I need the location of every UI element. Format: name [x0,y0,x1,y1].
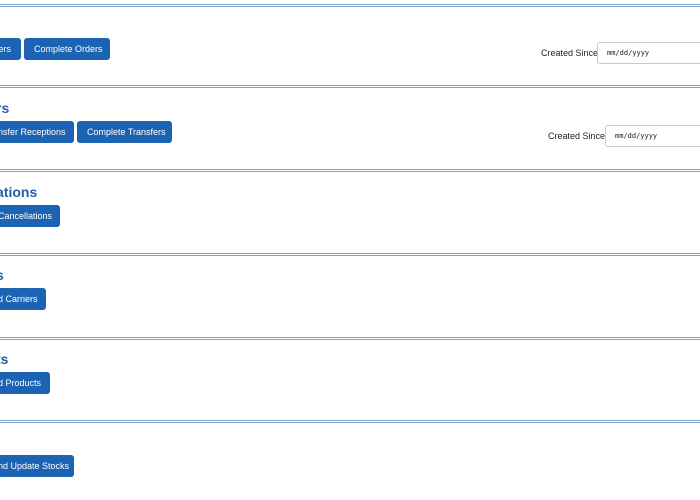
carriers-button[interactable]: d Carriers [0,288,46,310]
orders-partial-button[interactable]: ers [0,38,21,60]
update-stocks-button[interactable]: nd Update Stocks [0,455,74,477]
cancellations-section-title: ations [0,184,38,200]
transfer-receptions-button[interactable]: nsfer Receptions [0,121,74,143]
complete-orders-button[interactable]: Complete Orders [24,38,110,60]
carriers-section-title: s [0,267,4,283]
products-section-title: ts [0,351,9,367]
section-divider [0,253,700,256]
section-divider [0,85,700,88]
complete-transfers-button[interactable]: Complete Transfers [77,121,172,143]
cancellations-button[interactable]: Cancellations [0,205,60,227]
orders-created-since-label: Created Since [541,48,599,58]
orders-created-since-input[interactable] [597,42,700,64]
section-divider [0,169,700,172]
products-button[interactable]: d Products [0,372,50,394]
section-divider [0,337,700,340]
transfers-created-since-input[interactable] [605,125,700,147]
transfers-section-title: rs [0,100,10,116]
section-divider [0,420,700,423]
transfers-created-since-label: Created Since [548,131,606,141]
section-divider [0,4,700,7]
page: ers Complete Orders Created Since rs nsf… [0,0,700,500]
